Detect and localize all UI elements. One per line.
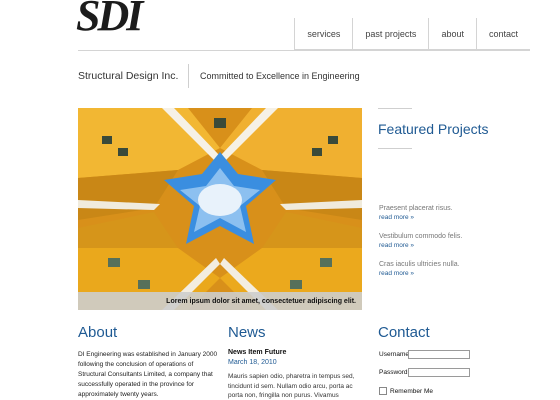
read-more-link[interactable]: read more » <box>379 213 453 222</box>
hero-image: Lorem ipsum dolor sit amet, consectetuer… <box>78 108 362 310</box>
company-motto: Committed to Excellence in Engineering <box>200 71 360 81</box>
nav-about[interactable]: about <box>428 18 476 50</box>
username-input[interactable] <box>408 350 470 359</box>
company-name: Structural Design Inc. <box>78 70 179 82</box>
username-label: Username <box>379 351 409 358</box>
nav-contact[interactable]: contact <box>475 18 530 50</box>
featured-item-text: Vestibulum commodo felis. <box>379 233 463 240</box>
password-input[interactable] <box>408 368 470 377</box>
featured-item-text: Praesent placerat risus. <box>379 205 453 212</box>
header-divider <box>78 50 530 51</box>
about-title: About <box>78 324 118 341</box>
remember-me-label: Remember Me <box>390 388 433 395</box>
tagline-divider <box>188 64 189 88</box>
read-more-link[interactable]: read more » <box>379 269 460 278</box>
featured-item-text: Cras iaculis ultricies nulla. <box>379 261 460 268</box>
password-label: Password <box>379 369 408 376</box>
featured-divider-top <box>378 108 412 109</box>
featured-projects-title: Featured Projects <box>378 121 489 137</box>
hero-caption: Lorem ipsum dolor sit amet, consectetuer… <box>78 292 362 310</box>
news-item-date: March 18, 2010 <box>228 359 277 366</box>
news-title: News <box>228 324 266 341</box>
read-more-link[interactable]: read more » <box>379 241 462 250</box>
news-item-body: Mauris sapien odio, pharetra in tempus s… <box>228 373 355 399</box>
main-nav: services past projects about contact <box>294 18 530 50</box>
news-item-title[interactable]: News Item Future <box>228 349 286 356</box>
remember-me-checkbox[interactable] <box>379 387 387 395</box>
featured-item: Praesent placerat risus. read more » <box>379 204 453 222</box>
featured-item: Vestibulum commodo felis. read more » <box>379 232 462 250</box>
nav-services[interactable]: services <box>294 18 352 50</box>
nav-past-projects[interactable]: past projects <box>352 18 428 50</box>
featured-divider-bottom <box>378 148 412 149</box>
logo[interactable]: SDI <box>76 0 143 38</box>
about-text: DI Engineering was established in Januar… <box>78 351 218 398</box>
cube-houses-illustration <box>78 108 362 310</box>
contact-title: Contact <box>378 324 430 341</box>
featured-item: Cras iaculis ultricies nulla. read more … <box>379 260 460 278</box>
